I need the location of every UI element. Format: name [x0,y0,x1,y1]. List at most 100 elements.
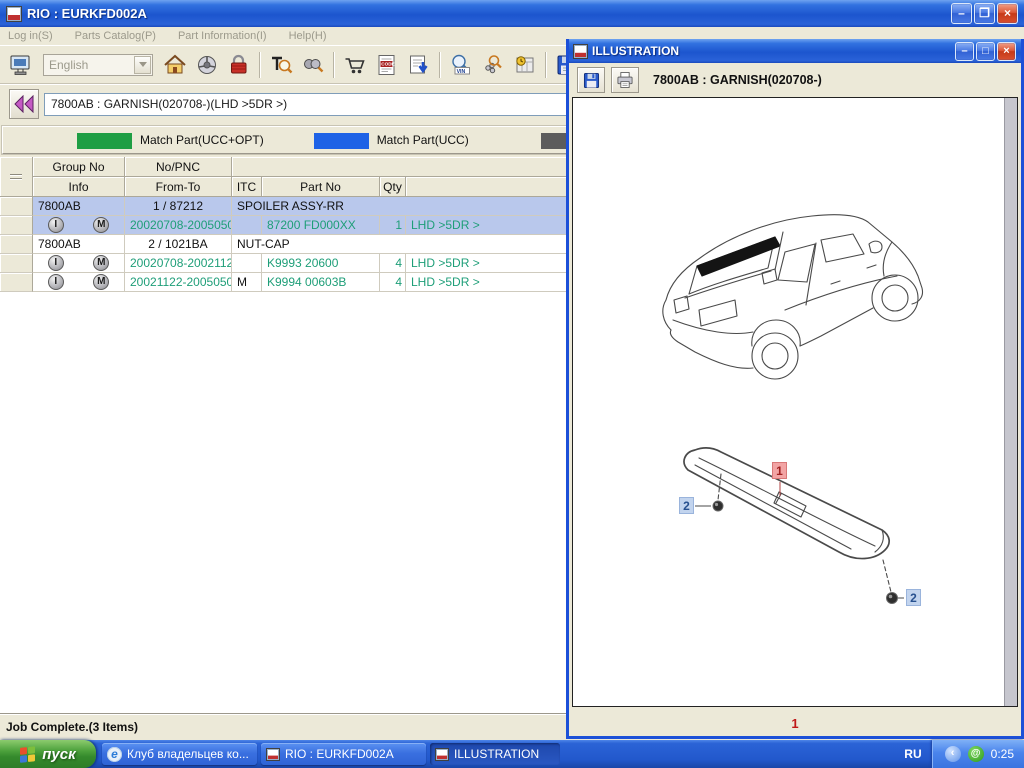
qty-cell[interactable]: 1 [380,216,406,235]
rio-app-icon [266,748,280,761]
lock-icon[interactable] [225,51,253,79]
itc-cell[interactable]: M [232,273,262,292]
illustration-window[interactable]: ILLUSTRATION – □ × 7800AB : GARNISH(0207… [566,39,1024,739]
main-titlebar[interactable]: RIO : EURKFD002A – ❐ × [0,0,1024,27]
illustration-header: 7800AB : GARNISH(020708-) [653,73,822,87]
minimize-button[interactable]: – [955,42,974,61]
row-header[interactable] [0,273,33,292]
code-document-icon[interactable]: CODE [373,51,401,79]
taskbar-button-browser[interactable]: e Клуб владельцев ко... [102,743,257,765]
pnc-cell[interactable]: 2 / 1021BA [125,235,232,254]
vin-search-icon[interactable]: VIN [447,51,475,79]
col-qty[interactable]: Qty [380,177,406,197]
callout-1[interactable]: 1 [772,462,787,479]
system-tray: ‹ @ 0:25 [932,740,1024,768]
qty-cell[interactable]: 4 [380,273,406,292]
part-no-cell[interactable]: 87200 FD000XX [262,216,380,235]
parts-search-icon[interactable] [479,51,507,79]
col-from-to[interactable]: From-To [125,177,232,197]
row-header[interactable] [0,216,33,235]
close-button[interactable]: × [997,42,1016,61]
status-text: Job Complete.(3 Items) [0,720,138,734]
row-header[interactable] [0,197,33,216]
messenger-at-icon[interactable]: @ [968,746,984,762]
info-i-button[interactable]: I [48,274,64,290]
start-button[interactable]: пуск [0,740,96,768]
group-no-cell[interactable]: 7800AB [33,235,125,254]
col-info[interactable]: Info [33,177,125,197]
canvas-scrollbar[interactable] [1004,98,1017,706]
illustration-titlebar[interactable]: ILLUSTRATION – □ × [569,39,1021,63]
minimize-button[interactable]: – [951,3,972,24]
steering-wheel-icon[interactable] [193,51,221,79]
menu-part-information[interactable]: Part Information(I) [178,30,267,42]
back-button[interactable] [9,89,39,119]
save-illustration-button[interactable] [577,67,605,93]
maximize-button[interactable]: □ [976,42,995,61]
legend-swatch-green [77,133,132,149]
row-selector-header[interactable] [0,157,33,197]
taskbar-clock[interactable]: 0:25 [991,747,1014,761]
close-button[interactable]: × [997,3,1018,24]
info-i-button[interactable]: I [48,255,64,271]
windows-flag-icon [20,746,36,763]
taskbar-button-label: RIO : EURKFD002A [285,747,394,761]
from-to-cell[interactable]: 20020708-2002112 [125,254,232,273]
row-header[interactable] [0,235,33,254]
taskbar-button-label: ILLUSTRATION [454,747,539,761]
taskbar-button-rio[interactable]: RIO : EURKFD002A [261,743,426,765]
spoiler-drawing [661,436,941,626]
info-m-button[interactable]: M [93,255,109,271]
menu-help[interactable]: Help(H) [289,30,327,42]
toolbar-separator [333,52,335,78]
col-group-no[interactable]: Group No [33,157,125,177]
info-i-button[interactable]: I [48,217,64,233]
info-cell: I M [33,216,125,235]
cart-icon[interactable] [341,51,369,79]
illustration-canvas[interactable]: 1 2 2 [572,97,1018,707]
qty-cell[interactable]: 4 [380,254,406,273]
restore-button[interactable]: ❐ [974,3,995,24]
info-cell: I M [33,273,125,292]
remote-monitor-icon[interactable] [7,51,35,79]
info-m-button[interactable]: M [93,217,109,233]
col-no-pnc[interactable]: No/PNC [125,157,232,177]
language-indicator[interactable]: RU [904,747,921,761]
text-search-icon[interactable] [267,51,295,79]
collapse-chevron-icon[interactable]: ‹ [945,746,961,762]
vin-icon-label: VIN [457,68,466,74]
legend-label-ucc-opt: Match Part(UCC+OPT) [140,133,264,147]
schedule-icon[interactable] [511,51,539,79]
from-to-cell[interactable]: 20020708-2005050 [125,216,232,235]
export-save-icon[interactable] [405,51,433,79]
info-m-button[interactable]: M [93,274,109,290]
home-icon[interactable] [161,51,189,79]
print-button[interactable] [611,67,639,93]
illustration-toolbar: 7800AB : GARNISH(020708-) [569,63,1021,97]
col-itc[interactable]: ITC [232,177,262,197]
from-to-cell[interactable]: 20021122-2005050 [125,273,232,292]
menu-parts-catalog[interactable]: Parts Catalog(P) [75,30,156,42]
rio-app-icon [573,44,588,59]
toolbar-separator [439,52,441,78]
row-header[interactable] [0,254,33,273]
group-no-cell[interactable]: 7800AB [33,197,125,216]
main-window-title: RIO : EURKFD002A [27,6,951,21]
advanced-search-icon[interactable] [299,51,327,79]
current-path-field[interactable]: 7800AB : GARNISH(020708-)(LHD >5DR >) [44,93,584,116]
part-no-cell[interactable]: K9993 20600 [262,254,380,273]
taskbar-items: e Клуб владельцев ко... RIO : EURKFD002A… [102,743,904,765]
taskbar-button-label: Клуб владельцев ко... [127,747,249,761]
menu-login[interactable]: Log in(S) [8,30,53,42]
col-part-no[interactable]: Part No [262,177,380,197]
part-no-cell[interactable]: K9994 00603B [262,273,380,292]
language-select[interactable]: English [43,54,153,76]
callout-2-left[interactable]: 2 [679,497,694,514]
itc-cell[interactable] [232,254,262,273]
callout-2-right[interactable]: 2 [906,589,921,606]
pnc-cell[interactable]: 1 / 87212 [125,197,232,216]
combo-arrow-icon[interactable] [134,56,151,74]
itc-cell[interactable] [232,216,262,235]
illustration-footer: 1 [569,710,1021,736]
taskbar-button-illustration[interactable]: ILLUSTRATION [430,743,560,765]
